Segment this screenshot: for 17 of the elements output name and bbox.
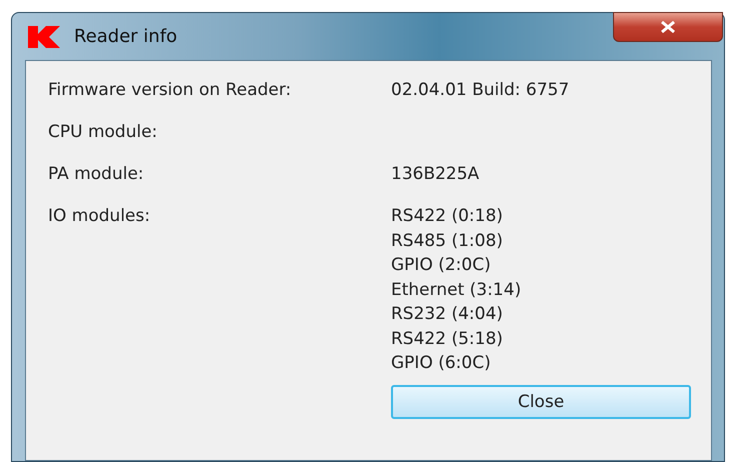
field-value: RS422 (0:18) xyxy=(391,205,504,228)
field-value: RS485 (1:08) xyxy=(391,230,504,252)
field-label: PA module: xyxy=(48,163,145,185)
window-title: Reader info xyxy=(74,26,178,47)
field-value: RS232 (4:04) xyxy=(391,303,504,326)
close-button[interactable] xyxy=(613,12,723,42)
field-value: 02.04.01 Build: 6757 xyxy=(391,79,570,101)
field-value: 136B225A xyxy=(391,163,480,185)
field-value: GPIO (2:0C) xyxy=(391,254,492,277)
close-icon xyxy=(660,21,676,33)
field-value: RS422 (5:18) xyxy=(391,328,504,350)
field-value: GPIO (6:0C) xyxy=(391,352,492,375)
field-label: IO modules: xyxy=(48,205,152,228)
field-label: Firmware version on Reader: xyxy=(48,79,292,101)
field-label: CPU module: xyxy=(48,121,158,143)
close-button[interactable]: Close xyxy=(391,384,691,418)
field-value: Ethernet (3:14) xyxy=(391,278,522,302)
